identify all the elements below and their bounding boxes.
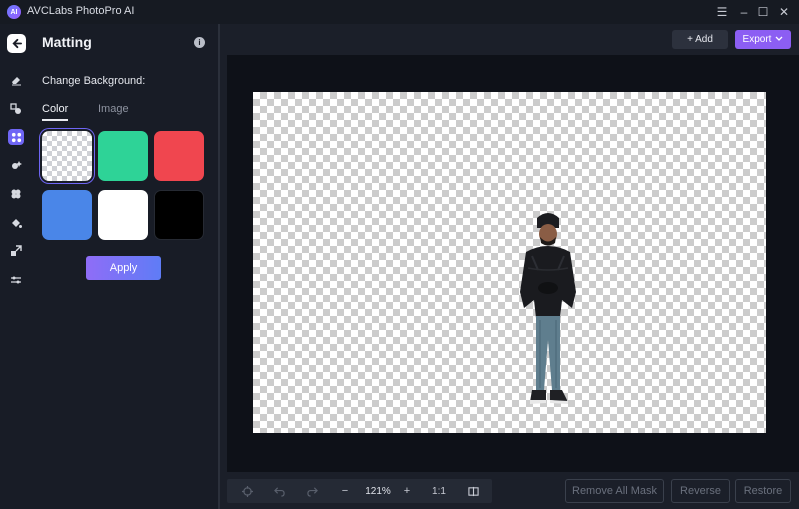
redo-icon[interactable] bbox=[304, 483, 320, 499]
app-logo-icon: AI bbox=[7, 5, 21, 19]
undo-icon[interactable] bbox=[271, 483, 287, 499]
title-bar: AI AVCLabs PhotoPro AI ☰ – ☐ ✕ bbox=[0, 0, 799, 24]
matting-icon[interactable] bbox=[8, 129, 24, 145]
reverse-button[interactable]: Reverse bbox=[671, 479, 730, 503]
menu-icon[interactable]: ☰ bbox=[713, 3, 731, 21]
maximize-button[interactable]: ☐ bbox=[754, 3, 772, 21]
apply-button[interactable]: Apply bbox=[86, 256, 161, 280]
add-button[interactable]: + Add bbox=[672, 30, 728, 49]
adjust-icon[interactable] bbox=[8, 272, 24, 288]
app-title: AVCLabs PhotoPro AI bbox=[27, 5, 135, 17]
swatch-red[interactable] bbox=[154, 131, 204, 181]
back-button[interactable] bbox=[7, 34, 26, 53]
change-background-label: Change Background: bbox=[42, 75, 146, 87]
chevron-down-icon bbox=[775, 36, 783, 43]
enhance-icon[interactable] bbox=[8, 158, 24, 174]
swatch-green[interactable] bbox=[98, 131, 148, 181]
swatch-transparent[interactable] bbox=[42, 131, 92, 181]
image-canvas[interactable] bbox=[253, 92, 766, 433]
info-icon[interactable]: i bbox=[194, 37, 205, 48]
swatch-blue[interactable] bbox=[42, 190, 92, 240]
arrow-left-icon bbox=[12, 38, 22, 49]
canvas-area[interactable] bbox=[227, 55, 799, 472]
export-button[interactable]: Export bbox=[735, 30, 791, 49]
panel-title: Matting bbox=[42, 34, 92, 50]
tool-rail bbox=[0, 24, 32, 509]
eraser-icon[interactable] bbox=[8, 72, 24, 88]
zoom-in-button[interactable]: + bbox=[399, 483, 415, 499]
tab-underline bbox=[42, 119, 68, 121]
tab-image[interactable]: Image bbox=[98, 103, 129, 115]
crop-icon[interactable] bbox=[239, 483, 255, 499]
fill-icon[interactable] bbox=[8, 215, 24, 231]
colorize-icon[interactable] bbox=[8, 186, 24, 202]
subject-cutout bbox=[520, 213, 576, 404]
swatch-black[interactable] bbox=[154, 190, 204, 240]
minimize-button[interactable]: – bbox=[735, 3, 753, 21]
matting-panel: Matting i Change Background: Color Image… bbox=[32, 24, 218, 509]
zoom-level: 121% bbox=[365, 485, 391, 497]
app-window: AI AVCLabs PhotoPro AI ☰ – ☐ ✕ Matting i… bbox=[0, 0, 799, 509]
bottom-toolbar: − 121% + 1:1 bbox=[227, 479, 492, 503]
restore-button[interactable]: Restore bbox=[735, 479, 791, 503]
actual-size-button[interactable]: 1:1 bbox=[429, 483, 449, 499]
compare-icon[interactable] bbox=[465, 483, 481, 499]
remove-all-mask-button[interactable]: Remove All Mask bbox=[565, 479, 664, 503]
close-button[interactable]: ✕ bbox=[775, 3, 793, 21]
main-area: + Add Export − 121% + 1:1 Remove All Mas… bbox=[220, 24, 799, 509]
export-label: Export bbox=[742, 34, 772, 45]
object-removal-icon[interactable] bbox=[8, 101, 24, 117]
tab-color[interactable]: Color bbox=[42, 103, 68, 115]
upscale-icon[interactable] bbox=[8, 243, 24, 259]
zoom-out-button[interactable]: − bbox=[337, 483, 353, 499]
swatch-white[interactable] bbox=[98, 190, 148, 240]
